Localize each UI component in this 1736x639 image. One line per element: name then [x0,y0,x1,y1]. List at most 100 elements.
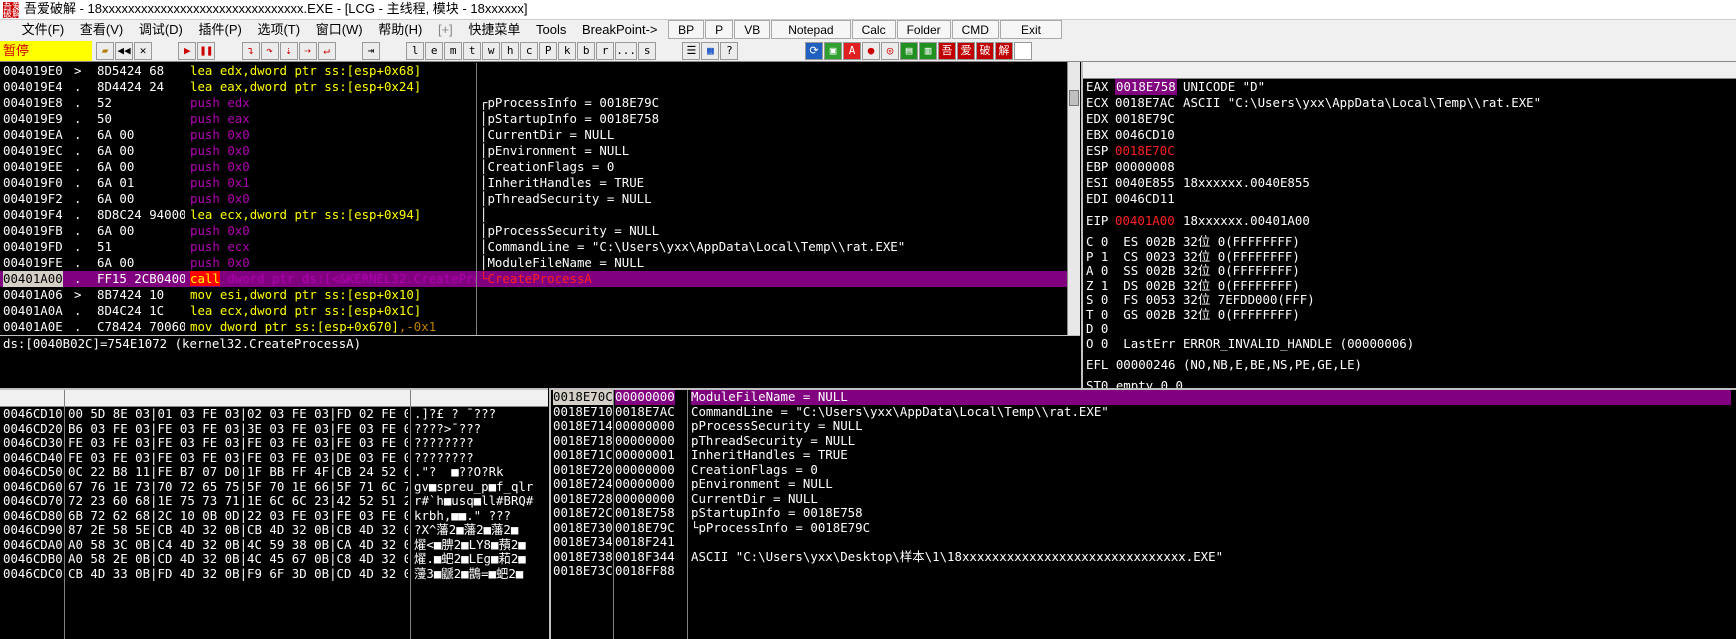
flag-row[interactable]: O 0 LastErr ERROR_INVALID_HANDLE (000000… [1086,336,1736,352]
window-c-button[interactable]: c [520,42,539,60]
trace-over-icon[interactable]: ⇢ [298,42,317,60]
record-icon[interactable]: ● [862,42,880,60]
register-value[interactable]: 00000008 [1115,159,1175,175]
window-s-button[interactable]: s [638,42,657,60]
target-icon[interactable]: ◎ [881,42,899,60]
disasm-row[interactable]: 004019E8. 52 push edx ┌pProcessInfo = 0018E… [0,95,1067,111]
dump-row[interactable]: 0046CD80 6B 72 62 68|2C 10 0B 0D|22 03 FE… [0,508,548,524]
stack-row[interactable]: 0018E72C 0018E758 pStartupInfo = 0018E758 [551,505,1736,521]
dump-row[interactable]: 0046CD10 00 5D 8E 03|01 03 FE 03|02 03 FE… [0,406,548,422]
disasm-row[interactable]: 004019E4. 8D4424 24 lea eax,dword ptr ss:[… [0,79,1067,95]
disassembly-scrollbar[interactable] [1067,62,1080,336]
dump-row[interactable]: 0046CD70 72 23 60 68|1E 75 73 71|1E 6C 6C… [0,493,548,509]
stack-pane[interactable]: 0018E70C 00000000 ModuleFileName = NULL 001… [549,388,1736,639]
rewind-icon[interactable]: ◀◀ [115,42,133,60]
register-row[interactable]: ESI 0040E855 18xxxxxx.0040E855 [1086,175,1736,191]
flag-row[interactable]: D 0 [1086,321,1736,337]
window-m-button[interactable]: m [444,42,463,60]
dump-row[interactable]: 0046CDA0 A0 58 3C 0B|C4 4D 32 0B|4C 59 38… [0,537,548,553]
disasm-row[interactable]: 004019EC. 6A 00 push 0x0 │pEnvironment = NU… [0,143,1067,159]
window-b-button[interactable]: b [577,42,596,60]
fpu-row[interactable]: ST0 empty 0.0 [1086,378,1736,388]
menu-plugins[interactable]: 插件(P) [193,20,248,40]
window-more-button[interactable]: ... [615,42,638,60]
scroll-thumb[interactable] [1069,90,1079,106]
stack-row[interactable]: 0018E71C 00000001 InheritHandles = TRUE [551,447,1736,463]
dump-row[interactable]: 0046CDC0 CB 4D 33 0B|FD 4D 32 0B|F9 6F 3D… [0,566,548,582]
register-value[interactable]: 00401A00 [1115,213,1175,229]
register-value[interactable]: 0018E758 [1115,79,1177,95]
break-icon[interactable]: 破 [976,42,994,60]
disasm-row[interactable]: 004019E0 >8D5424 68 lea edx,dword ptr ss:[… [0,63,1067,79]
trace-into-icon[interactable]: ⇣ [279,42,298,60]
window-w-button[interactable]: w [482,42,501,60]
p-button[interactable]: P [705,20,734,39]
efl-row[interactable]: EFL 00000246 (NO,NB,E,BE,NS,PE,GE,LE) [1086,357,1736,373]
flag-row[interactable]: T 0 GS 002B 32位 0(FFFFFFFF) [1086,307,1736,323]
register-value[interactable]: 0018E79C [1115,111,1175,127]
window-t-button[interactable]: t [463,42,482,60]
disasm-row[interactable]: 004019FE. 6A 00 push 0x0 │ModuleFileName = … [0,255,1067,271]
plugin-icon[interactable]: ▣ [824,42,842,60]
window-p-button[interactable]: P [539,42,558,60]
love-icon[interactable]: 爱 [957,42,975,60]
flag-row[interactable]: C 0 ES 002B 32位 0(FFFFFFFF) [1086,234,1736,250]
stack-row[interactable]: 0018E73C 0018FF88 [551,563,1736,579]
disasm-row[interactable]: 004019FD. 51 push ecx │CommandLine = "C:\Us… [0,239,1067,255]
folder-button[interactable]: Folder [896,20,951,39]
menu-plus[interactable]: [+] [432,20,459,40]
menu-breakpoint[interactable]: BreakPoint-> [576,20,664,40]
disasm-row[interactable]: 00401A06 >8B7424 10 mov esi,dword ptr ss:[… [0,287,1067,303]
calc-button[interactable]: Calc [851,20,896,39]
disasm-row[interactable]: 004019EE. 6A 00 push 0x0 │CreationFlags = 0 [0,159,1067,175]
register-value[interactable]: 0018E70C [1115,143,1175,159]
flag-row[interactable]: A 0 SS 002B 32位 0(FFFFFFFF) [1086,263,1736,279]
menu-options[interactable]: 选项(T) [251,20,306,40]
list-icon[interactable]: ☰ [682,42,701,60]
refresh-icon[interactable]: ⟳ [805,42,823,60]
disasm-row[interactable]: 00401A00. FF15 2CB0400 call dword ptr ds:[… [0,271,1067,287]
wuai-icon[interactable]: 吾 [938,42,956,60]
disasm-row[interactable]: 00401A0A. 8D4C24 1C lea ecx,dword ptr ss:[… [0,303,1067,319]
flag-row[interactable]: S 0 FS 0053 32位 7EFDD000(FFF) [1086,292,1736,308]
flag-row[interactable]: P 1 CS 0023 32位 0(FFFFFFFF) [1086,249,1736,265]
blank-icon[interactable] [1014,42,1032,60]
eip-row[interactable]: EIP 00401A00 18xxxxxx.00401A00 [1086,213,1736,229]
table-icon[interactable]: ▥ [919,42,937,60]
bp-button[interactable]: BP [668,20,705,39]
register-value[interactable]: 0018E7AC [1115,95,1175,111]
register-value[interactable]: 0046CD10 [1115,127,1175,143]
window-e-button[interactable]: e [425,42,444,60]
dump-row[interactable]: 0046CD50 0C 22 B8 11|FE B7 07 D0|1F BB FF… [0,464,548,480]
pause-icon[interactable]: ❚❚ [197,42,216,60]
register-row[interactable]: EBP 00000008 [1086,159,1736,175]
menu-shortcut[interactable]: 快捷菜单 [462,20,526,40]
dump-row[interactable]: 0046CD90 87 2E 58 5E|CB 4D 32 0B|CB 4D 32… [0,522,548,538]
help-icon[interactable]: ? [720,42,739,60]
dump-row[interactable]: 0046CD20 B6 03 FE 03|FE 03 FE 03|3E 03 FE… [0,421,548,437]
options-icon[interactable]: ▦ [701,42,720,60]
stack-row[interactable]: 0018E734 0018F241 [551,534,1736,550]
execute-till-return-icon[interactable]: ↵ [317,42,336,60]
notepad-button[interactable]: Notepad [771,20,851,39]
close-icon[interactable]: ✕ [134,42,152,60]
register-row[interactable]: EAX 0018E758 UNICODE "D" [1086,79,1736,95]
window-h-button[interactable]: h [501,42,520,60]
disasm-row[interactable]: 004019E9. 50 push eax │pStartupInfo = 0018E… [0,111,1067,127]
register-row[interactable]: EBX 0046CD10 [1086,127,1736,143]
register-row[interactable]: ECX 0018E7AC ASCII "C:\Users\yxx\AppData\L… [1086,95,1736,111]
window-r-button[interactable]: r [596,42,615,60]
grid-icon[interactable]: ▤ [900,42,918,60]
stack-rows[interactable]: 0018E70C 00000000 ModuleFileName = NULL 001… [551,390,1736,639]
step-into-icon[interactable]: ↴ [241,42,260,60]
dump-row[interactable]: 0046CD60 67 76 1E 73|70 72 65 75|5F 70 1E… [0,479,548,495]
disasm-row[interactable]: 004019EA. 6A 00 push 0x0 │CurrentDir = NULL [0,127,1067,143]
register-row[interactable]: EDI 0046CD11 [1086,191,1736,207]
run-icon[interactable]: ▶ [178,42,197,60]
stack-row[interactable]: 0018E724 00000000 pEnvironment = NULL [551,476,1736,492]
vb-button[interactable]: VB [734,20,771,39]
a-icon[interactable]: A [843,42,861,60]
window-l-button[interactable]: l [406,42,425,60]
solve-icon[interactable]: 解 [995,42,1013,60]
step-over-icon[interactable]: ↷ [260,42,279,60]
